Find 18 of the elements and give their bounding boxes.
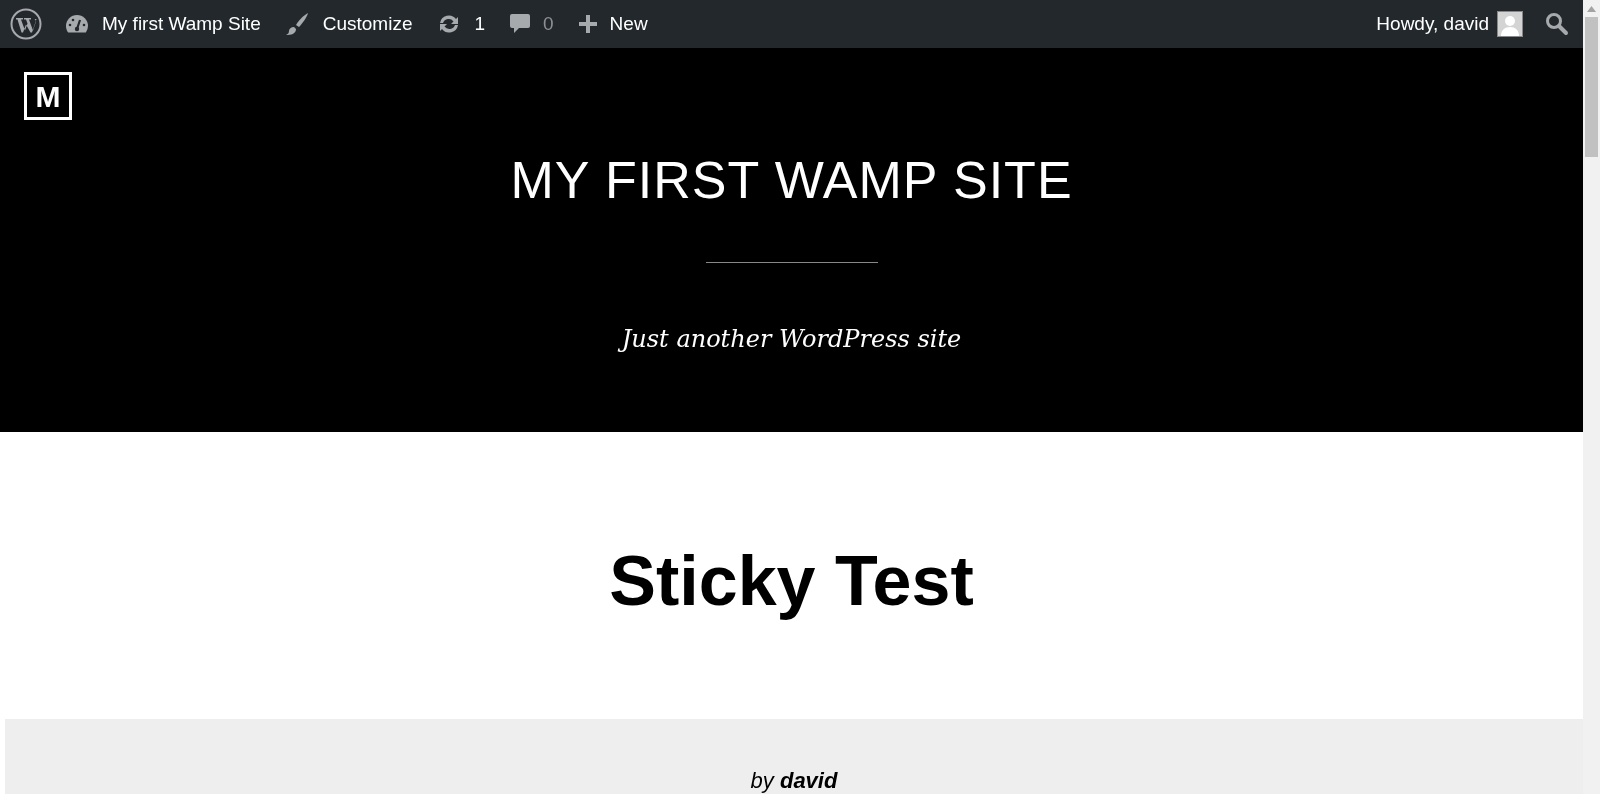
toolbar-item[interactable]: Customize: [284, 9, 413, 39]
dashboard-icon: [64, 13, 90, 35]
speech-bubble-icon: [509, 12, 532, 36]
site-logo[interactable]: M: [24, 72, 72, 120]
toolbar-item[interactable]: New: [577, 9, 648, 39]
scroll-up-icon[interactable]: [1587, 6, 1596, 12]
site-title[interactable]: MY FIRST WAMP SITE: [510, 154, 1073, 206]
wordpress-logo-icon[interactable]: [10, 8, 42, 40]
scrollbar-thumb[interactable]: [1585, 17, 1598, 157]
plus-icon: [577, 14, 598, 34]
post-byline: by david: [750, 770, 838, 792]
paintbrush-icon: [284, 12, 311, 36]
account-menu[interactable]: Howdy, david: [1376, 9, 1523, 39]
toolbar-item[interactable]: 0: [509, 9, 554, 39]
avatar-icon: [1497, 11, 1523, 37]
toolbar-item[interactable]: 1: [436, 9, 486, 39]
search-icon[interactable]: [1545, 12, 1569, 36]
toolbar-item[interactable]: My first Wamp Site: [64, 9, 261, 39]
